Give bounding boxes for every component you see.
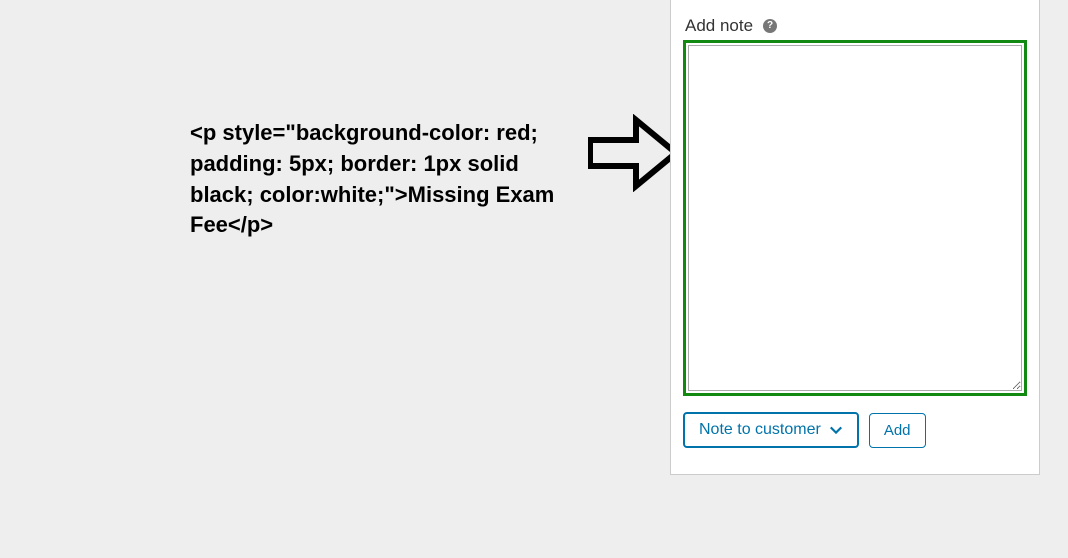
note-type-selected-label: Note to customer (699, 421, 821, 439)
chevron-down-icon (829, 423, 843, 437)
code-snippet-annotation: <p style="background-color: red; padding… (190, 118, 585, 241)
textarea-highlight-box (683, 40, 1027, 396)
add-note-label: Add note (685, 16, 753, 36)
note-textarea[interactable] (688, 45, 1022, 391)
add-button[interactable]: Add (869, 413, 926, 448)
help-icon[interactable]: ? (763, 19, 777, 33)
add-note-panel: Add note ? Note to customer Add (670, 0, 1040, 475)
note-actions-row: Note to customer Add (683, 412, 1027, 448)
arrow-right-icon (588, 114, 680, 192)
add-note-header: Add note ? (685, 16, 1027, 36)
note-type-select[interactable]: Note to customer (683, 412, 859, 448)
